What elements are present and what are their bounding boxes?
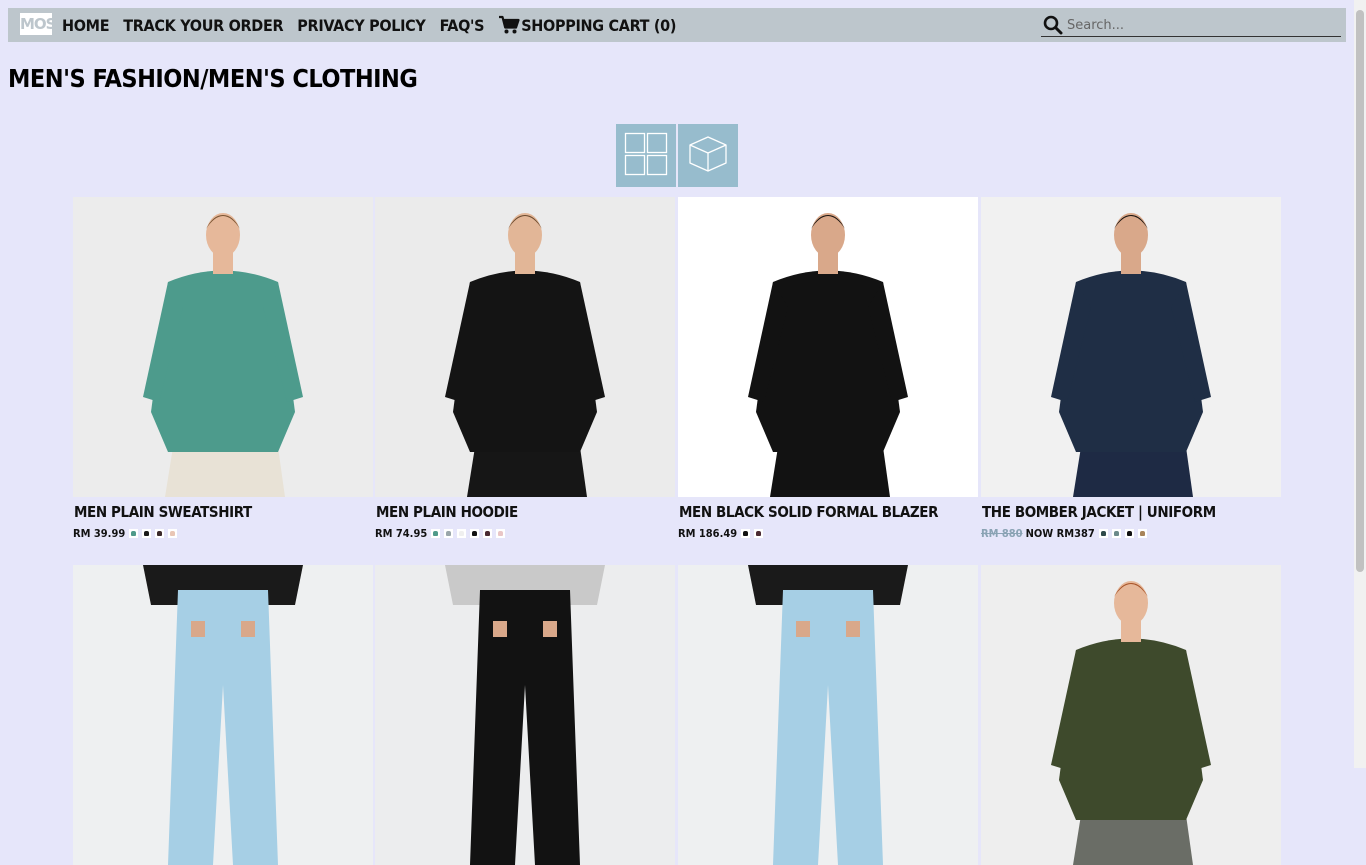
grid-view-button[interactable] xyxy=(616,124,676,187)
color-swatch[interactable] xyxy=(1137,529,1147,538)
product-price: RM 74.95 xyxy=(375,527,428,540)
search-icon[interactable] xyxy=(1043,15,1063,35)
shopping-cart-label: SHOPPING CART (0) xyxy=(521,15,677,35)
product-price: RM 39.99 xyxy=(73,527,126,540)
cube-view-icon xyxy=(689,136,727,172)
product-image[interactable] xyxy=(375,197,675,497)
color-swatch[interactable] xyxy=(1098,529,1108,538)
product-card[interactable]: MEN PLAIN SWEATSHIRT RM 39.99 xyxy=(73,197,373,540)
product-card[interactable]: MEN BLACK SOLID FORMAL BLAZER RM 186.49 xyxy=(678,197,978,540)
nav-link-faqs[interactable]: FAQ'S xyxy=(440,16,485,35)
product-name[interactable]: MEN BLACK SOLID FORMAL BLAZER xyxy=(679,503,939,521)
product-price: RM 186.49 xyxy=(678,527,738,540)
color-swatch[interactable] xyxy=(129,529,139,538)
product-photo-illustration xyxy=(678,197,978,497)
product-price-row: RM 880 NOW RM387 xyxy=(981,527,1147,540)
color-swatch[interactable] xyxy=(754,529,764,538)
product-image[interactable] xyxy=(678,565,978,865)
product-card[interactable] xyxy=(678,565,978,865)
product-image[interactable] xyxy=(375,565,675,865)
product-image[interactable] xyxy=(678,197,978,497)
product-name[interactable]: THE BOMBER JACKET | UNIFORM xyxy=(982,503,1216,521)
color-swatch[interactable] xyxy=(431,529,441,538)
product-card[interactable] xyxy=(375,565,675,865)
product-image[interactable] xyxy=(73,197,373,497)
nav-link-privacy-policy[interactable]: PRIVACY POLICY xyxy=(297,16,426,35)
store-logo[interactable]: MOS xyxy=(20,13,56,35)
product-photo-illustration xyxy=(375,565,675,865)
product-price-row: RM 74.95 xyxy=(375,527,506,540)
color-swatch[interactable] xyxy=(470,529,480,538)
search-box xyxy=(1041,14,1341,37)
color-swatch[interactable] xyxy=(142,529,152,538)
product-card[interactable] xyxy=(73,565,373,865)
color-swatch[interactable] xyxy=(155,529,165,538)
color-swatch[interactable] xyxy=(168,529,178,538)
product-photo-illustration xyxy=(981,565,1281,865)
product-photo-illustration xyxy=(73,565,373,865)
product-price-row: RM 186.49 xyxy=(678,527,764,540)
product-price-row: RM 39.99 xyxy=(73,527,178,540)
product-photo-illustration xyxy=(678,565,978,865)
shopping-cart-link[interactable]: SHOPPING CART (0) xyxy=(498,15,676,35)
color-swatch[interactable] xyxy=(1111,529,1121,538)
top-nav-bar: MOS HOME TRACK YOUR ORDER PRIVACY POLICY… xyxy=(8,8,1346,42)
nav-link-home[interactable]: HOME xyxy=(62,16,110,35)
color-swatch[interactable] xyxy=(444,529,454,538)
3d-view-button[interactable] xyxy=(678,124,738,187)
product-image[interactable] xyxy=(73,565,373,865)
product-name[interactable]: MEN PLAIN HOODIE xyxy=(376,503,518,521)
scrollbar-thumb[interactable] xyxy=(1356,10,1364,572)
color-swatch[interactable] xyxy=(496,529,506,538)
product-card[interactable]: MEN PLAIN HOODIE RM 74.95 xyxy=(375,197,675,540)
grid-view-icon xyxy=(624,132,668,176)
color-swatch[interactable] xyxy=(457,529,467,538)
product-price: NOW RM387 xyxy=(1025,527,1095,540)
product-card[interactable]: THE BOMBER JACKET | UNIFORM RM 880 NOW RM3… xyxy=(981,197,1281,540)
nav-links: HOME TRACK YOUR ORDER PRIVACY POLICY FAQ… xyxy=(62,8,690,42)
color-swatch[interactable] xyxy=(741,529,751,538)
search-input[interactable] xyxy=(1065,14,1339,36)
shopping-cart-icon xyxy=(499,15,520,34)
product-photo-illustration xyxy=(375,197,675,497)
product-image[interactable] xyxy=(981,197,1281,497)
color-swatch[interactable] xyxy=(483,529,493,538)
product-photo-illustration xyxy=(73,197,373,497)
product-image[interactable] xyxy=(981,565,1281,865)
page-title: MEN'S FASHION/MEN'S CLOTHING xyxy=(8,64,418,93)
nav-link-track-order[interactable]: TRACK YOUR ORDER xyxy=(123,16,283,35)
product-name[interactable]: MEN PLAIN SWEATSHIRT xyxy=(74,503,252,521)
product-photo-illustration xyxy=(981,197,1281,497)
page-scrollbar[interactable] xyxy=(1354,0,1366,768)
color-swatch[interactable] xyxy=(1124,529,1134,538)
product-card[interactable] xyxy=(981,565,1281,865)
old-price: RM 880 xyxy=(981,527,1023,540)
